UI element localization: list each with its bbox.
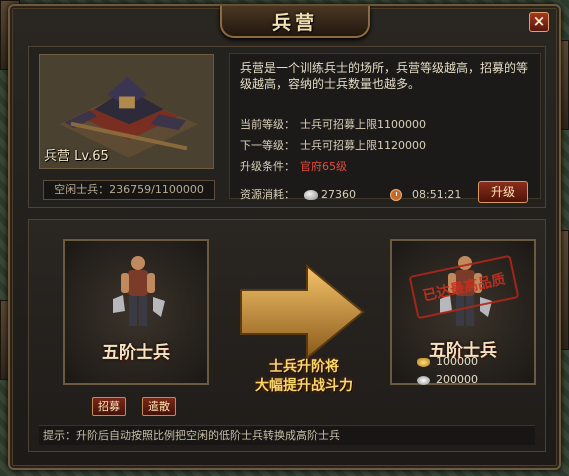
building-description-box: 兵营是一个训练兵士的场所，兵营等级越高，招募的等级越高，容纳的士兵数量也越多。 …: [229, 53, 541, 203]
dismiss-button[interactable]: 遣散: [142, 397, 176, 416]
next-level-label: 下一等级：: [240, 139, 295, 152]
cost-silver-value: 27360: [321, 188, 356, 201]
current-level-row: 当前等级： 士兵可招募上限1100000: [240, 116, 426, 132]
building-image-frame: 兵营 Lv.65: [39, 54, 214, 169]
building-name-level: 兵营 Lv.65: [44, 149, 109, 164]
soldier-upgrade-panel: 五阶士兵 招募 遣散 士兵升阶将 大幅提升战斗力 已达最高品质 五阶士兵 100…: [28, 219, 546, 452]
upgrade-condition-row: 升级条件： 官府65级: [240, 158, 347, 174]
silver-icon: [417, 375, 430, 385]
upgrade-arrow-icon: [240, 263, 365, 361]
idle-soldiers-display: 空闲士兵：236759/1100000: [43, 180, 215, 200]
current-level-value: 士兵可招募上限1100000: [300, 118, 426, 131]
gold-icon: [417, 357, 430, 367]
close-button[interactable]: ×: [529, 12, 549, 32]
upgrade-cost-silver: 200000: [417, 373, 478, 386]
clock-icon: [390, 189, 402, 201]
next-level-value: 士兵可招募上限1120000: [300, 139, 426, 152]
current-level-label: 当前等级：: [240, 118, 295, 131]
upgrade-cost-silver-value: 200000: [436, 373, 478, 386]
resource-cost-label: 资源消耗：: [240, 188, 295, 201]
next-level-row: 下一等级： 士兵可招募上限1120000: [240, 137, 426, 153]
upgrade-condition-value: 官府65级: [300, 160, 347, 173]
upgrade-button[interactable]: 升级: [478, 181, 528, 203]
soldier-figure-icon: [113, 256, 165, 326]
recruit-button[interactable]: 招募: [92, 397, 126, 416]
barracks-window: 兵营 × 兵营 Lv.65 空闲士兵：236759/1100000 兵营是一个训…: [8, 4, 561, 470]
title-plate: 兵营: [220, 6, 370, 38]
upgrade-cost-gold-value: 100000: [436, 355, 478, 368]
current-unit-label: 五阶士兵: [102, 343, 170, 363]
upgrade-slogan: 士兵升阶将 大幅提升战斗力: [229, 358, 379, 396]
building-info-panel: 兵营 Lv.65 空闲士兵：236759/1100000 兵营是一个训练兵士的场…: [28, 46, 546, 208]
current-unit-card: 五阶士兵: [63, 239, 209, 385]
resource-cost-row: 资源消耗： 27360 08:51:21: [240, 186, 461, 202]
window-title: 兵营: [271, 11, 318, 34]
building-description: 兵营是一个训练兵士的场所，兵营等级越高，招募的等级越高，容纳的士兵数量也越多。: [240, 61, 529, 91]
upgrade-tip: 提示：升阶后自动按照比例把空闲的低阶士兵转换成高阶士兵: [39, 425, 535, 445]
slogan-line-1: 士兵升阶将: [269, 359, 339, 375]
upgrade-cost-gold: 100000: [417, 355, 478, 368]
slogan-line-2: 大幅提升战斗力: [255, 378, 353, 394]
silver-icon: [304, 190, 318, 200]
upgrade-condition-label: 升级条件：: [240, 160, 295, 173]
cost-time-value: 08:51:21: [412, 188, 462, 201]
